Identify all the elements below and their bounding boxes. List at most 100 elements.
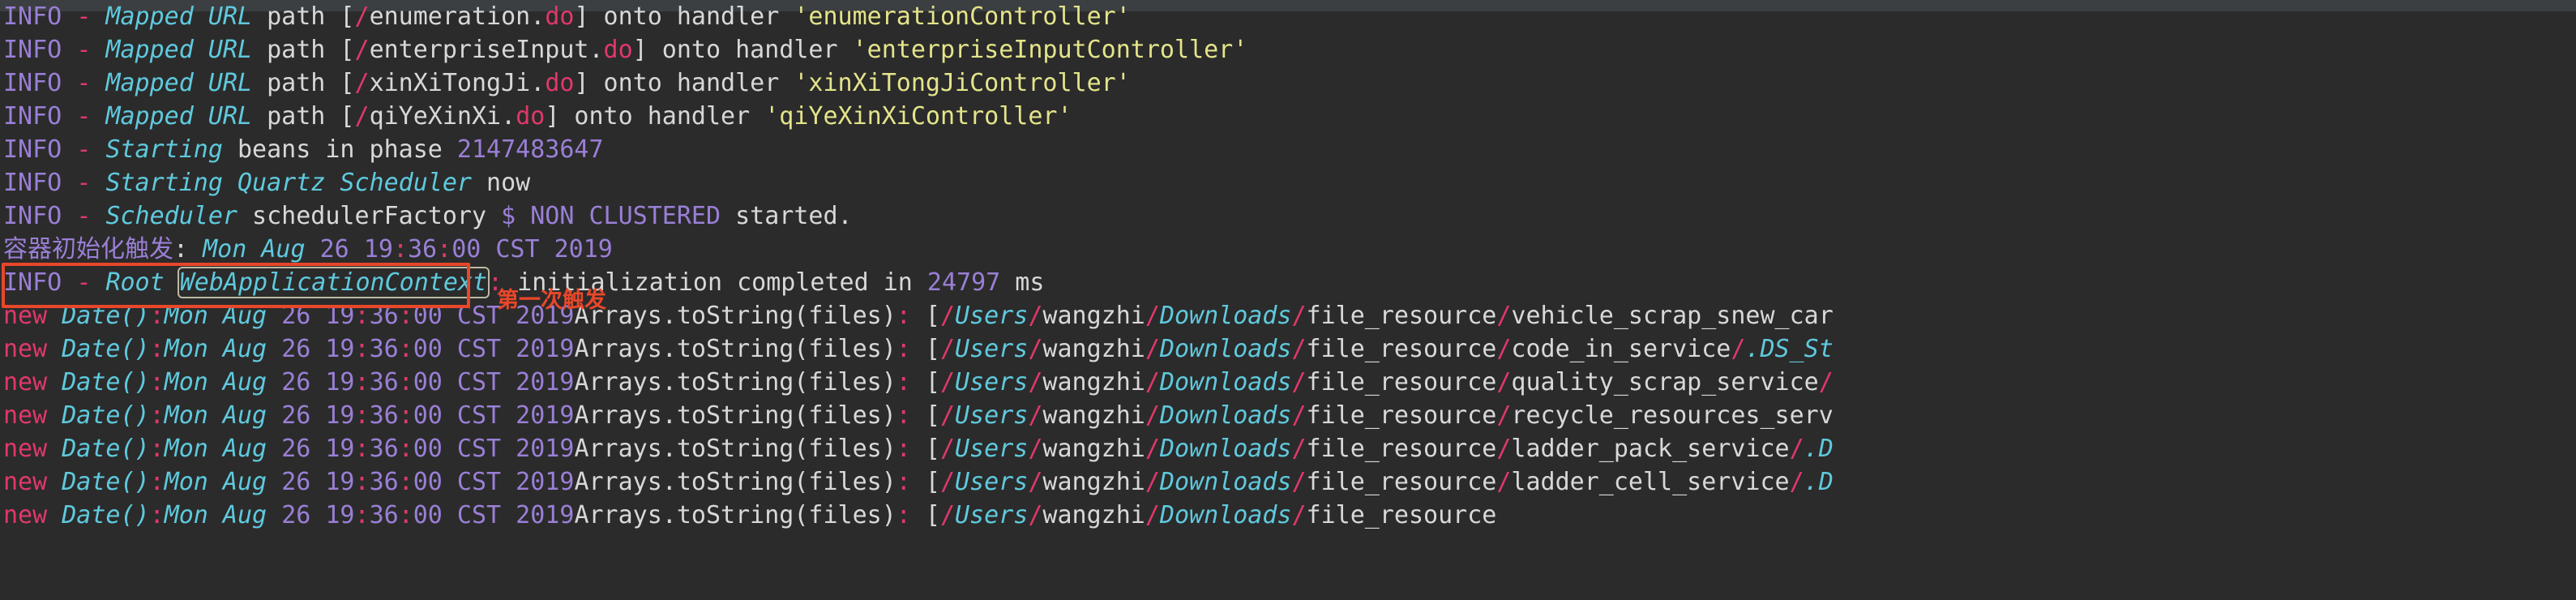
log-line[interactable]: INFO - Mapped URL path [/xinXiTongJi.do]…: [0, 66, 2576, 100]
log-token: 26: [281, 401, 311, 430]
log-token: 00: [413, 401, 443, 430]
log-token: /: [1291, 435, 1307, 463]
log-token: [62, 69, 76, 97]
log-token: Arrays.toString(files): [574, 468, 896, 496]
log-token: /: [1291, 501, 1307, 529]
log-token: /: [1291, 302, 1307, 330]
log-token: :: [398, 335, 413, 363]
log-token: 00: [413, 302, 443, 330]
log-token: -: [76, 268, 92, 297]
log-token: Downloads: [1159, 435, 1292, 463]
log-token: :: [398, 302, 413, 330]
log-token: :: [398, 468, 413, 496]
log-token: /: [1818, 368, 1834, 396]
log-token: file_resource: [1306, 435, 1497, 463]
log-token: ] onto handler: [574, 2, 794, 31]
log-token: /: [1028, 335, 1043, 363]
log-token: Arrays.toString(files): [574, 435, 896, 463]
log-token: :: [896, 468, 911, 496]
log-token: Starting: [105, 135, 223, 164]
log-token: Users: [955, 368, 1029, 396]
log-token: ] onto handler: [574, 69, 794, 97]
log-token: Mon Aug: [203, 235, 320, 264]
log-line[interactable]: new Date():Mon Aug 26 19:36:00 CST 2019A…: [0, 432, 2576, 465]
log-token: 00: [413, 368, 443, 396]
log-token: Date(): [62, 468, 150, 496]
log-line[interactable]: INFO - Mapped URL path [/enterpriseInput…: [0, 33, 2576, 66]
log-token: [310, 302, 325, 330]
log-token: started.: [721, 202, 853, 230]
log-token: .D: [1804, 435, 1834, 463]
log-token: /: [354, 36, 370, 64]
log-token: -: [76, 135, 92, 164]
log-line[interactable]: new Date():Mon Aug 26 19:36:00 CST 2019A…: [0, 399, 2576, 432]
log-token: /: [354, 69, 370, 97]
log-token: 36: [408, 235, 438, 264]
log-token: new: [3, 368, 62, 396]
log-token: Mon Aug: [164, 468, 282, 496]
log-line[interactable]: new Date():Mon Aug 26 19:36:00 CST 2019A…: [0, 366, 2576, 399]
log-token: Mapped URL: [105, 36, 253, 64]
log-line[interactable]: new Date():Mon Aug 26 19:36:00 CST 2019A…: [0, 332, 2576, 366]
log-token: 36: [369, 435, 399, 463]
log-line[interactable]: new Date():Mon Aug 26 19:36:00 CST 2019A…: [0, 499, 2576, 532]
log-token: .D: [1804, 468, 1834, 496]
log-token: /: [1145, 368, 1160, 396]
log-line[interactable]: INFO - Scheduler schedulerFactory $ NON …: [0, 199, 2576, 233]
log-line[interactable]: 容器初始化触发: Mon Aug 26 19:36:00 CST 2019: [0, 233, 2576, 266]
log-line[interactable]: INFO - Starting beans in phase 214748364…: [0, 133, 2576, 166]
log-token: 26: [319, 235, 349, 264]
log-token: Arrays.toString(files): [574, 302, 896, 330]
log-token: ladder_pack_service: [1511, 435, 1790, 463]
log-line[interactable]: INFO - Mapped URL path [/qiYeXinXi.do] o…: [0, 100, 2576, 133]
log-line[interactable]: new Date():Mon Aug 26 19:36:00 CST 2019A…: [0, 465, 2576, 499]
log-token: Mon Aug: [164, 302, 282, 330]
log-token: /: [1789, 468, 1804, 496]
log-token: :: [149, 401, 165, 430]
log-token: [310, 435, 325, 463]
log-line[interactable]: INFO - Starting Quartz Scheduler now: [0, 166, 2576, 199]
log-token: :: [896, 401, 911, 430]
log-token: -: [76, 169, 92, 197]
log-token: :: [149, 302, 165, 330]
log-token: :: [354, 401, 370, 430]
log-token: ] onto handler: [632, 36, 853, 64]
log-token: -: [76, 202, 92, 230]
log-token: /: [1496, 435, 1512, 463]
log-token: Date(): [62, 335, 150, 363]
log-token: CST 2019: [442, 501, 575, 529]
log-token: 26: [281, 368, 311, 396]
log-token: /: [1028, 435, 1043, 463]
log-line[interactable]: INFO - Mapped URL path [/enumeration.do]…: [0, 0, 2576, 33]
log-token: -: [76, 36, 92, 64]
log-line[interactable]: new Date():Mon Aug 26 19:36:00 CST 2019A…: [0, 299, 2576, 332]
log-token: [91, 169, 105, 197]
log-token: beans in phase: [222, 135, 457, 164]
log-token: enterpriseInput.: [369, 36, 604, 64]
log-token: Users: [955, 401, 1029, 430]
log-token: path [: [252, 102, 355, 131]
log-token: :: [896, 302, 911, 330]
log-token: wangzhi: [1042, 435, 1145, 463]
log-token: Downloads: [1159, 335, 1292, 363]
log-token: 19: [325, 401, 355, 430]
log-token: /: [1028, 401, 1043, 430]
log-token: 36: [369, 302, 399, 330]
log-line[interactable]: INFO - Root WebApplicationContext: initi…: [0, 266, 2576, 299]
log-token: :: [354, 435, 370, 463]
log-token: 'enumerationController': [794, 2, 1131, 31]
log-token: [62, 202, 76, 230]
log-token: /: [939, 368, 956, 396]
log-token: Arrays.toString(files): [574, 501, 896, 529]
log-token: INFO: [3, 36, 62, 64]
log-token: Downloads: [1159, 302, 1292, 330]
log-token: Downloads: [1159, 501, 1292, 529]
log-token: [62, 2, 76, 31]
console-log-output[interactable]: INFO - Mapped URL path [/enumeration.do]…: [0, 0, 2576, 600]
log-token: Arrays.toString(files): [574, 335, 896, 363]
log-token: /: [354, 2, 370, 31]
log-token: /: [1145, 401, 1160, 430]
log-token: Mon Aug: [164, 501, 282, 529]
log-token: /: [939, 468, 956, 496]
log-token: wangzhi: [1042, 368, 1145, 396]
